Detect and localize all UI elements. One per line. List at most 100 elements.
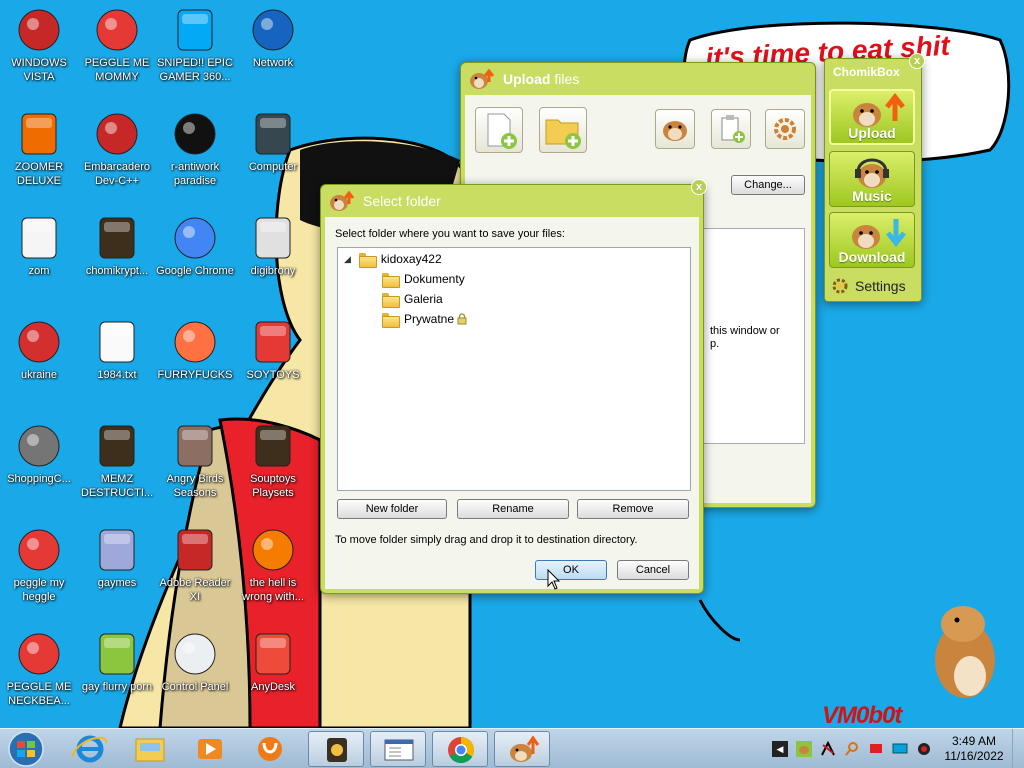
taskbar-uc-browser-button[interactable] bbox=[242, 731, 298, 767]
desktop-icon-label: 1984.txt bbox=[97, 369, 137, 381]
desktop-icon[interactable]: Adobe Reader XI bbox=[156, 526, 234, 604]
tray-search-icon[interactable] bbox=[844, 741, 860, 757]
chomikbox-icon bbox=[93, 630, 141, 678]
taskbar-chrome-button[interactable] bbox=[432, 731, 488, 767]
angry-birds-icon bbox=[171, 422, 219, 470]
desktop-icon[interactable]: 1984.txt bbox=[78, 318, 156, 382]
desktop-icon[interactable]: SNIPED!! EPIC GAMER 360... bbox=[156, 6, 234, 84]
tray-chomik-icon[interactable] bbox=[796, 741, 812, 757]
settings-gear-button[interactable] bbox=[765, 109, 805, 149]
chomik-hamster-icon bbox=[329, 190, 355, 212]
folder-tree[interactable]: ◢ kidoxay422 Dokumenty Galeria Prywatne bbox=[337, 247, 691, 491]
peggle-icon bbox=[93, 6, 141, 54]
tree-root[interactable]: ◢ kidoxay422 bbox=[344, 250, 442, 268]
taskbar-chomikrypt-button[interactable] bbox=[308, 731, 364, 767]
desktop-icon[interactable]: FURRYFUCKS bbox=[156, 318, 234, 382]
tree-folder-prywatne[interactable]: Prywatne bbox=[382, 310, 467, 328]
taskbar-explorer-button[interactable] bbox=[122, 731, 178, 767]
expand-arrow-icon[interactable]: ◢ bbox=[344, 254, 351, 265]
mouse-cursor-icon bbox=[547, 569, 561, 590]
tray-speaker-icon[interactable] bbox=[916, 741, 932, 757]
taskbar-notepad-button[interactable] bbox=[370, 731, 426, 767]
settings-gear-icon bbox=[832, 278, 848, 294]
folder-icon bbox=[358, 252, 377, 268]
taskbar-chomikbox-button[interactable] bbox=[494, 731, 550, 767]
text-file-icon bbox=[93, 318, 141, 366]
desktop-icon[interactable]: ZOOMER DELUXE bbox=[0, 110, 78, 188]
desktop-icon[interactable]: AnyDesk bbox=[234, 630, 312, 694]
desktop-icon[interactable]: digibrony bbox=[234, 214, 312, 278]
select-folder-close-button[interactable]: x bbox=[691, 179, 707, 195]
chomikbox-panel: ChomikBox x Upload Music Download Settin… bbox=[824, 53, 925, 302]
start-button[interactable] bbox=[4, 730, 48, 768]
upload-window-titlebar[interactable]: Upload files bbox=[461, 63, 815, 95]
desktop-icon-label: Adobe Reader XI bbox=[159, 577, 231, 603]
folder-icon bbox=[382, 292, 400, 308]
drag-drop-hint: To move folder simply drag and drop it t… bbox=[335, 534, 638, 546]
remove-button[interactable]: Remove bbox=[577, 499, 689, 519]
taskbar-media-player-button[interactable] bbox=[182, 731, 238, 767]
desktop-icon[interactable]: WINDOWS VISTA bbox=[0, 6, 78, 84]
zoomer-icon bbox=[15, 110, 63, 158]
desktop-icon[interactable]: gaymes bbox=[78, 526, 156, 590]
change-folder-button[interactable]: Change... bbox=[731, 175, 805, 195]
upload-drop-area[interactable]: this window or p. bbox=[695, 228, 805, 444]
select-folder-prompt: Select folder where you want to save you… bbox=[335, 228, 565, 240]
paste-tool-button[interactable] bbox=[711, 109, 751, 149]
tree-folder-dokumenty[interactable]: Dokumenty bbox=[382, 270, 465, 288]
chomikbox-settings-link[interactable]: Settings bbox=[831, 277, 906, 295]
cancel-button[interactable]: Cancel bbox=[617, 560, 689, 580]
desktop-icon-label: Embarcadero Dev-C++ bbox=[83, 161, 151, 187]
chomikbox-upload-button[interactable]: Upload bbox=[829, 89, 915, 145]
desktop-icon[interactable]: PEGGLE ME NECKBEA... bbox=[0, 630, 78, 708]
desktop-icon-label: Control Panel bbox=[161, 681, 229, 693]
desktop-icon[interactable]: zom bbox=[0, 214, 78, 278]
add-files-button[interactable] bbox=[475, 107, 523, 153]
vista-orb-icon bbox=[15, 6, 63, 54]
desktop-icon[interactable]: peggle my heggle bbox=[0, 526, 78, 604]
desktop-icon[interactable]: Control Panel bbox=[156, 630, 234, 694]
chomikbox-download-button[interactable]: Download bbox=[829, 212, 915, 268]
desktop-icon[interactable]: Embarcadero Dev-C++ bbox=[78, 110, 156, 188]
flower-icon bbox=[15, 214, 63, 262]
taskbar-clock[interactable]: 3:49 AM 11/16/2022 bbox=[940, 734, 1008, 764]
select-folder-titlebar[interactable]: Select folder bbox=[321, 185, 703, 217]
wallpaper-signature: VM0b0t bbox=[822, 702, 902, 729]
desktop-icon[interactable]: Network bbox=[234, 6, 312, 70]
tray-monitor-icon[interactable] bbox=[892, 741, 908, 757]
windows-start-orb-icon bbox=[8, 731, 44, 767]
show-hidden-icons-arrow[interactable]: ◀ bbox=[772, 741, 788, 757]
tree-folder-galeria[interactable]: Galeria bbox=[382, 290, 443, 308]
desktop-icon-label: Network bbox=[252, 57, 294, 69]
desktop-icon[interactable]: chomikrypt... bbox=[78, 214, 156, 278]
rename-button[interactable]: Rename bbox=[457, 499, 569, 519]
ok-button[interactable]: OK bbox=[535, 560, 607, 580]
desktop-icon-label: SNIPED!! EPIC GAMER 360... bbox=[157, 57, 233, 83]
digibrony-icon bbox=[249, 214, 297, 262]
chomikbox-close-button[interactable]: x bbox=[909, 53, 925, 69]
computer-icon bbox=[249, 110, 297, 158]
desktop-icon[interactable]: r-antiwork paradise bbox=[156, 110, 234, 188]
add-folder-button[interactable] bbox=[539, 107, 587, 153]
new-folder-button[interactable]: New folder bbox=[337, 499, 447, 519]
desktop-icon[interactable]: PEGGLE ME MOMMY bbox=[78, 6, 156, 84]
folder-icon bbox=[382, 272, 400, 288]
desktop-icon[interactable]: SOYTOYS bbox=[234, 318, 312, 382]
desktop-icon[interactable]: Souptoys Playsets bbox=[234, 422, 312, 500]
tray-red-flag-icon[interactable] bbox=[868, 741, 884, 757]
desktop-icon[interactable]: the hell is wrong with... bbox=[234, 526, 312, 604]
desktop-icon[interactable]: Angry Birds Seasons bbox=[156, 422, 234, 500]
file-explorer-icon bbox=[135, 738, 165, 762]
hamster-tool-button[interactable] bbox=[655, 109, 695, 149]
show-desktop-button[interactable] bbox=[1012, 729, 1024, 768]
chomikbox-music-button[interactable]: Music bbox=[829, 151, 915, 207]
desktop-icon[interactable]: Google Chrome bbox=[156, 214, 234, 278]
taskbar-ie-button[interactable] bbox=[62, 731, 118, 767]
desktop-icon[interactable]: ShoppingC... bbox=[0, 422, 78, 486]
desktop-icon[interactable]: gay flurry porn bbox=[78, 630, 156, 694]
desktop-icon[interactable]: MEMZ DESTRUCTI... bbox=[78, 422, 156, 500]
desktop-icon[interactable]: Computer bbox=[234, 110, 312, 174]
desktop-icon[interactable]: ukraine bbox=[0, 318, 78, 382]
tray-flag-icon[interactable] bbox=[820, 741, 836, 757]
settings-label: Settings bbox=[855, 278, 906, 294]
